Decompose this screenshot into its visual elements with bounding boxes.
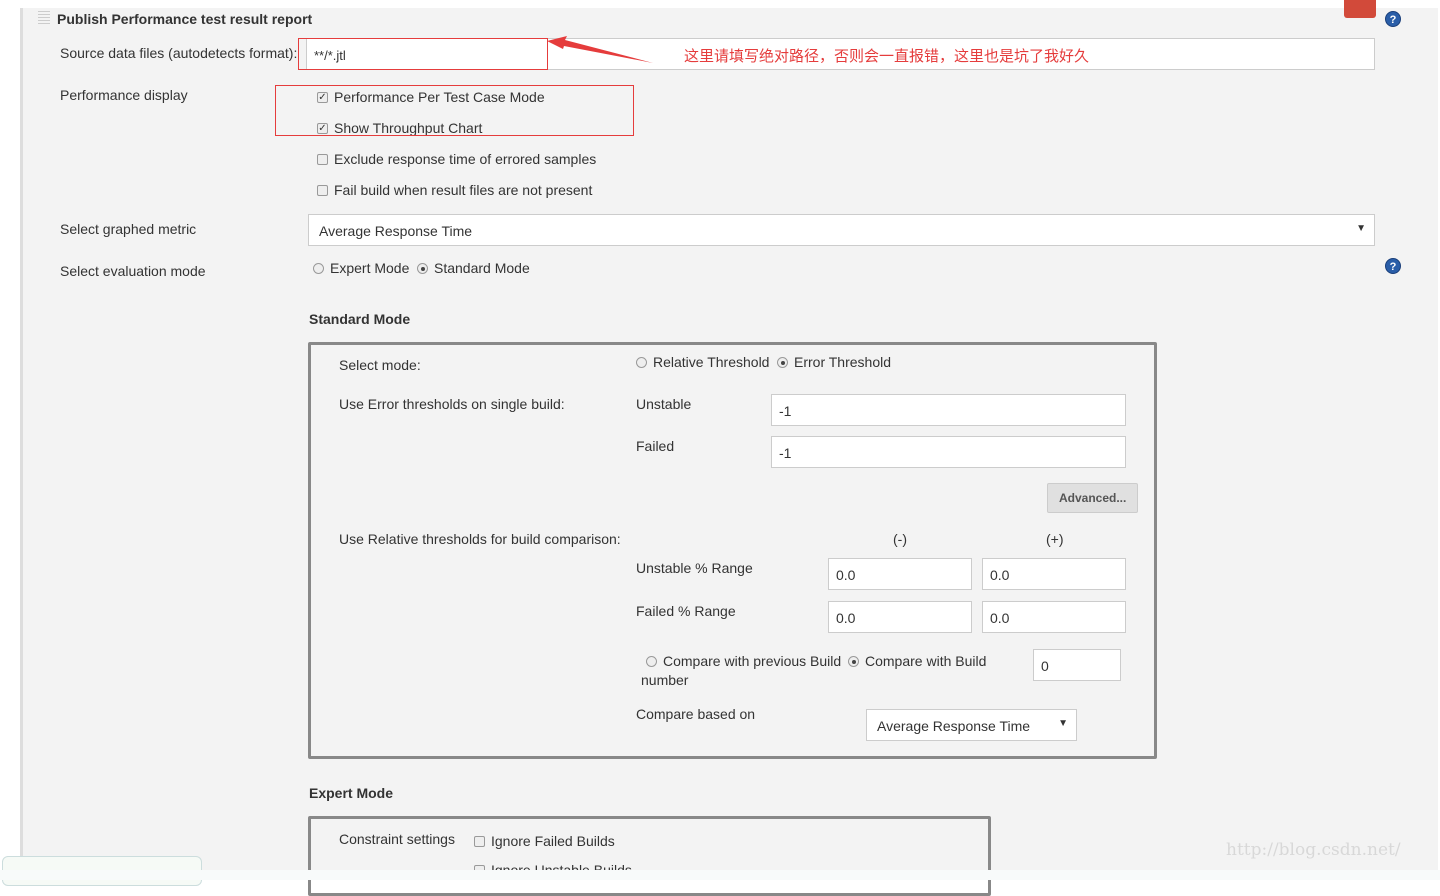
relative-thresholds-label: Use Relative thresholds for build compar… [339, 531, 621, 547]
dropdown-arrow-icon: ▼ [1058, 718, 1068, 729]
failed-range-label: Failed % Range [636, 603, 736, 619]
failed-label: Failed [636, 438, 675, 454]
constraint-label: Constraint settings [339, 831, 455, 847]
bottom-bar [0, 870, 1440, 880]
error-thresholds-label: Use Error thresholds on single build: [339, 396, 565, 412]
section-title: Publish Performance test result report [57, 11, 313, 27]
graphed-metric-label: Select graphed metric [60, 221, 197, 237]
drag-handle-icon[interactable] [38, 11, 50, 26]
unstable-error-input[interactable]: -1 [771, 394, 1126, 426]
radio-error-threshold[interactable]: Error Threshold [777, 354, 891, 370]
failed-plus-input[interactable]: 0.0 [982, 601, 1126, 633]
unstable-range-label: Unstable % Range [636, 560, 753, 576]
help-icon[interactable]: ? [1385, 258, 1401, 274]
radio-compare-build[interactable]: Compare with Build [848, 653, 986, 669]
dropdown-arrow-icon: ▼ [1356, 223, 1366, 234]
delete-button[interactable] [1344, 0, 1376, 18]
graphed-metric-select[interactable]: Average Response Time ▼ [308, 214, 1375, 246]
unstable-minus-input[interactable]: 0.0 [828, 558, 972, 590]
checkbox-fail-build[interactable]: Fail build when result files are not pre… [317, 182, 592, 198]
failed-error-input[interactable]: -1 [771, 436, 1126, 468]
unstable-plus-input[interactable]: 0.0 [982, 558, 1126, 590]
annotation-arrow [547, 36, 653, 63]
failed-minus-input[interactable]: 0.0 [828, 601, 972, 633]
compare-number-label: number [641, 672, 689, 688]
radio-expert-mode[interactable]: Expert Mode [313, 260, 409, 276]
perf-display-label: Performance display [60, 87, 188, 103]
expert-mode-box [308, 816, 991, 896]
build-number-input[interactable]: 0 [1033, 649, 1121, 681]
select-mode-label: Select mode: [339, 357, 421, 373]
compare-based-on-select[interactable]: Average Response Time ▼ [866, 709, 1077, 741]
checkbox-exclude-errored[interactable]: Exclude response time of errored samples [317, 151, 596, 167]
annotation-box [298, 38, 548, 70]
unstable-label: Unstable [636, 396, 692, 412]
expert-mode-heading: Expert Mode [309, 785, 394, 801]
compare-based-on-label: Compare based on [636, 706, 756, 722]
radio-standard-mode[interactable]: Standard Mode [417, 260, 530, 276]
annotation-text: 这里请填写绝对路径，否则会一直报错，这里也是坑了我好久 [684, 48, 1090, 65]
advanced-button[interactable]: Advanced... [1047, 483, 1139, 513]
checkbox-ignore-failed[interactable]: Ignore Failed Builds [474, 833, 615, 849]
radio-relative-threshold[interactable]: Relative Threshold [636, 354, 769, 370]
minus-header: (-) [893, 531, 907, 547]
eval-mode-label: Select evaluation mode [60, 263, 206, 279]
watermark: http://blog.csdn.net/ [1226, 840, 1401, 860]
standard-mode-heading: Standard Mode [309, 311, 411, 327]
plus-header: (+) [1046, 531, 1064, 547]
annotation-box [275, 85, 634, 136]
help-icon[interactable]: ? [1385, 11, 1401, 27]
source-label: Source data files (autodetects format): [60, 45, 298, 61]
radio-compare-previous[interactable]: Compare with previous Build [646, 653, 841, 669]
